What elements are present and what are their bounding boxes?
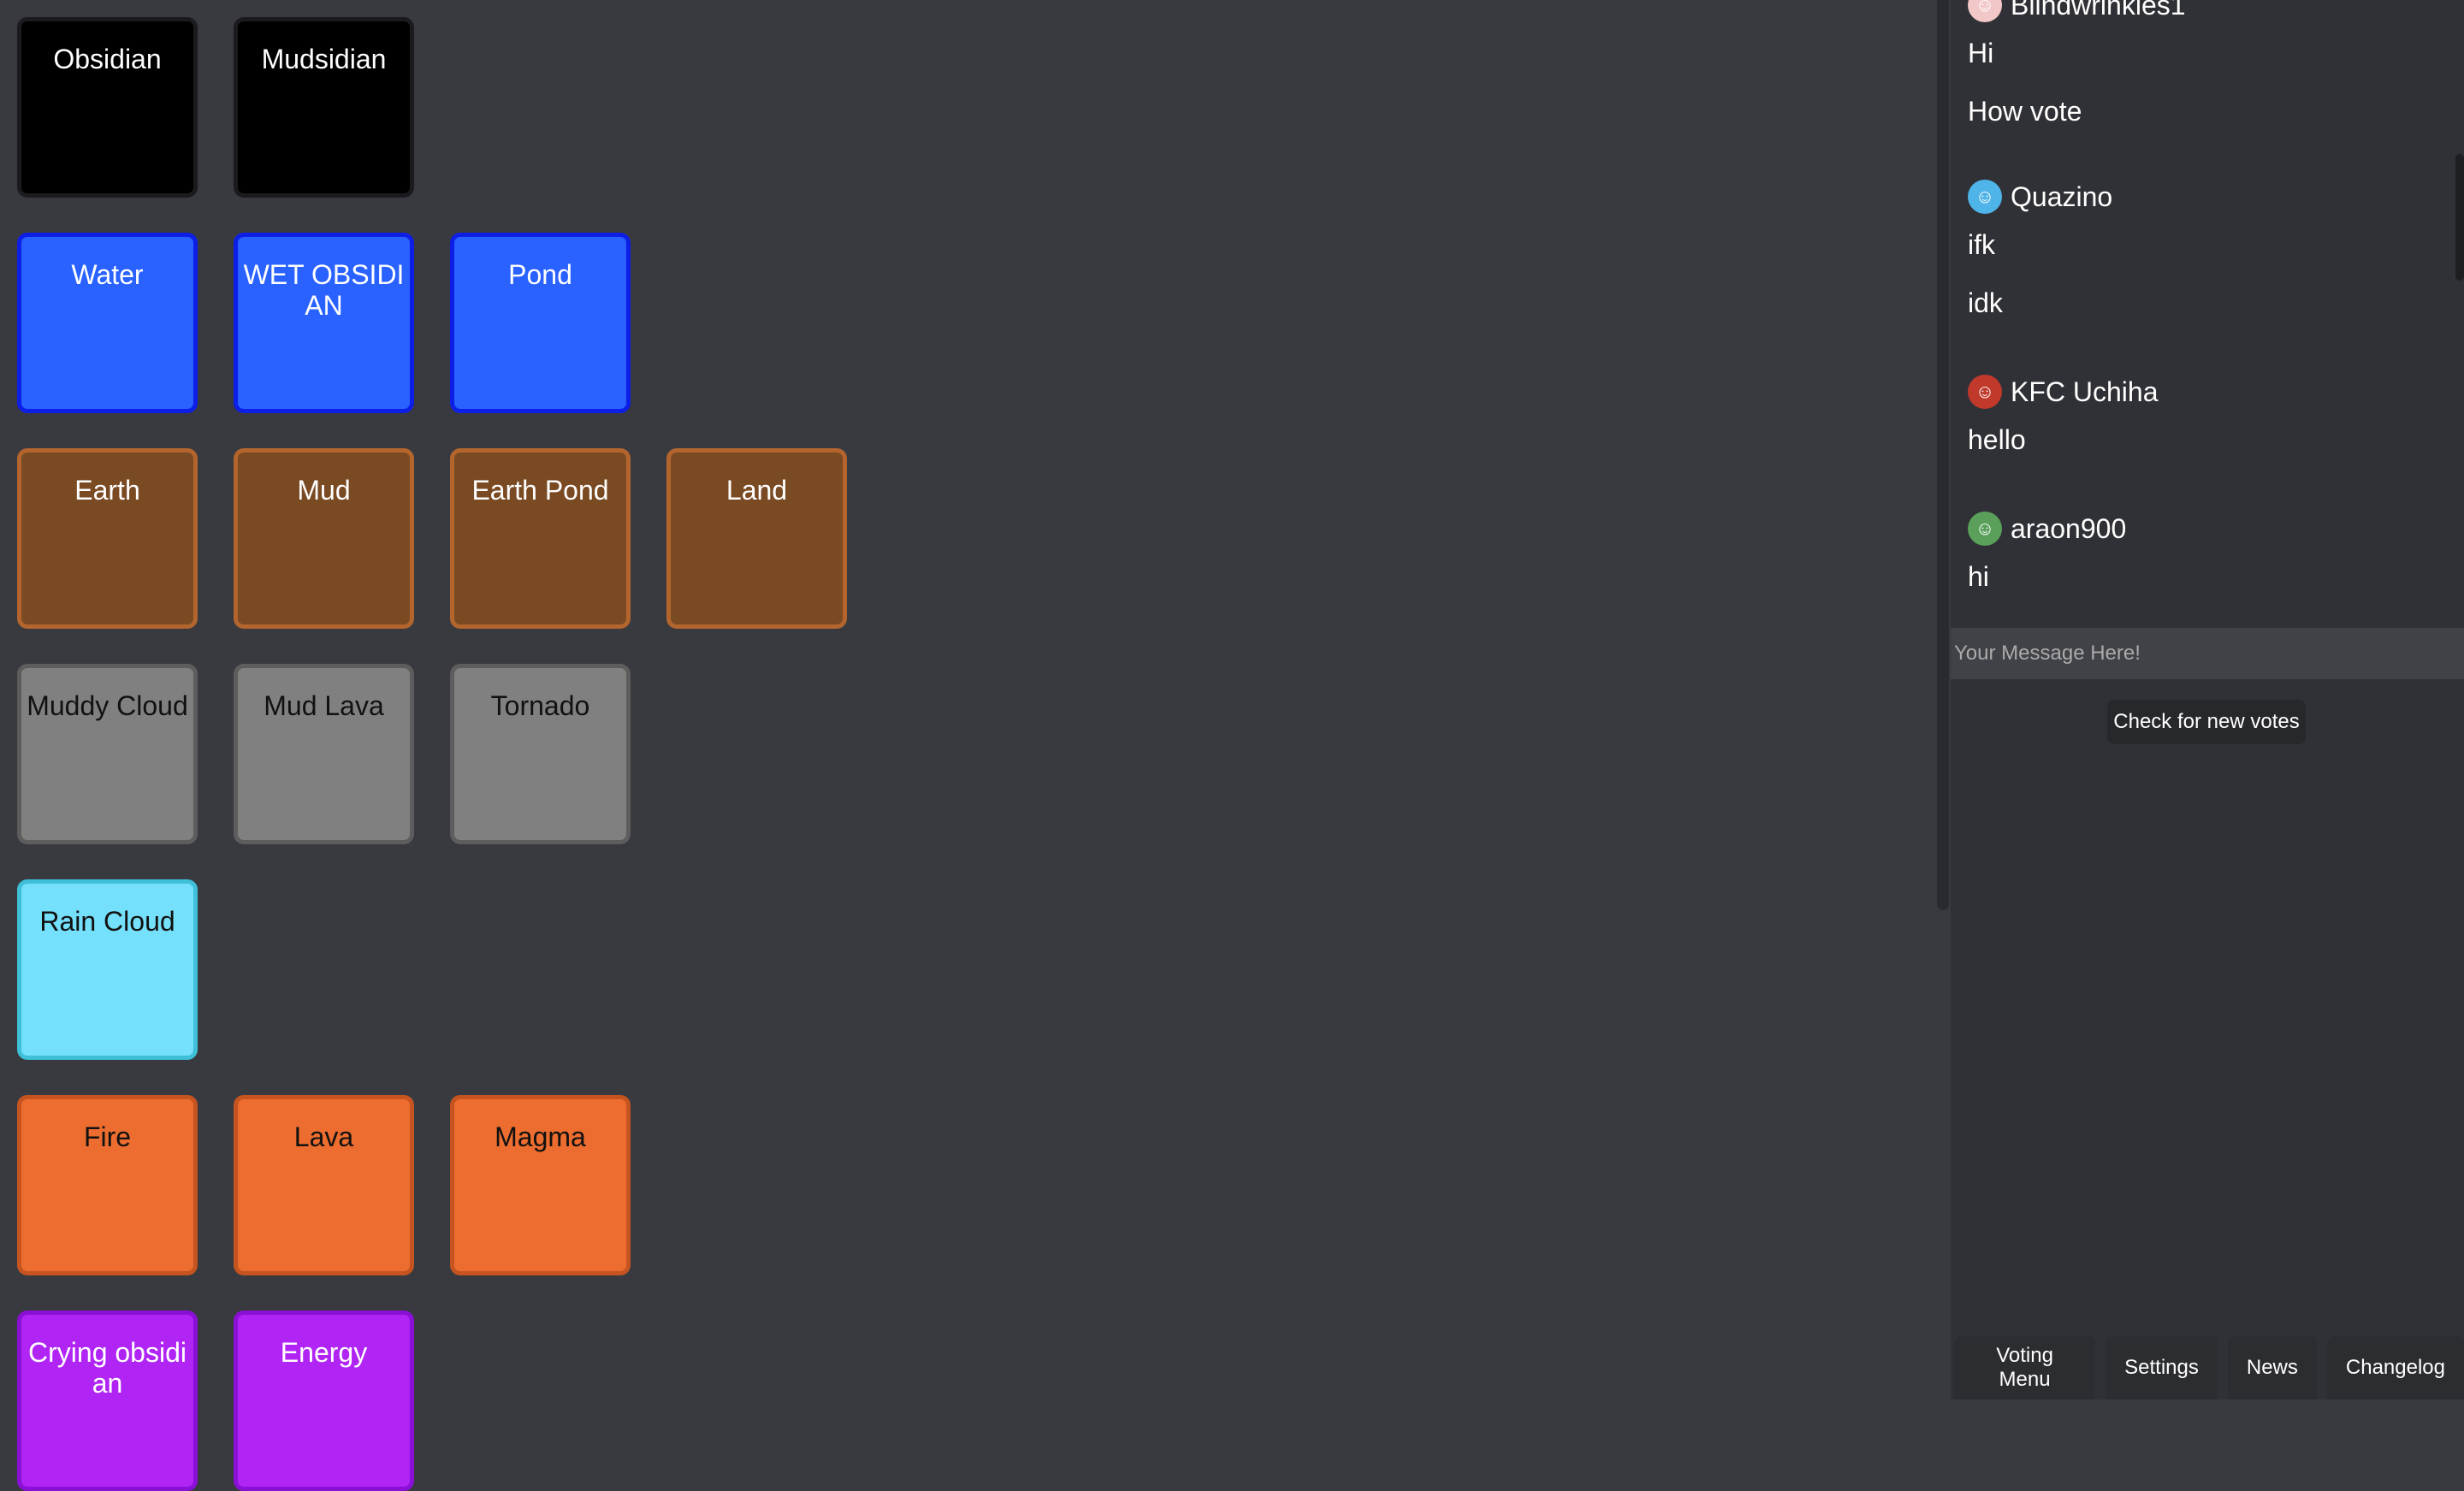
chat-message-group: ☺ araon900 hi (1968, 510, 2126, 595)
chat-username: Blindwrinkles1 (2011, 0, 2186, 21)
settings-button[interactable]: Settings (2106, 1336, 2218, 1399)
element-tile[interactable]: Fire (17, 1095, 198, 1275)
chat-message-text: Hi (1968, 38, 1994, 68)
chat-username: araon900 (2011, 512, 2127, 544)
element-tile[interactable]: Mud Lava (234, 664, 414, 844)
chat-message-text: hello (1968, 424, 2026, 455)
chat-message-text: hi (1968, 561, 1989, 592)
element-tile[interactable]: Rain Cloud (17, 879, 198, 1060)
chat-scrollbar[interactable] (2455, 154, 2464, 281)
grid-scrollbar[interactable] (1937, 0, 1949, 910)
chat-panel: ☺ Blindwrinkles1 Hi How vote ☺ Quazino ifk idk ☺… (1951, 0, 2464, 1399)
chat-message-text: ifk (1968, 229, 1995, 260)
element-tile[interactable]: Lava (234, 1095, 414, 1275)
element-tile[interactable]: Obsidian (17, 17, 198, 198)
element-tile[interactable]: WET OBSIDIAN (234, 233, 414, 413)
element-tile[interactable]: Pond (450, 233, 631, 413)
element-row: Rain Cloud (17, 879, 198, 1060)
avatar-icon: ☺ (1968, 180, 2002, 214)
element-tile[interactable]: Magma (450, 1095, 631, 1275)
element-tile[interactable]: Crying obsidian (17, 1311, 198, 1491)
element-tile[interactable]: Water (17, 233, 198, 413)
chat-user-line: ☺ KFC Uchiha (1968, 373, 2159, 411)
element-grid: Obsidian Mudsidian Water WET OBSIDIAN Pond Ea… (0, 0, 1934, 1491)
element-tile[interactable]: Tornado (450, 664, 631, 844)
element-row: Muddy Cloud Mud Lava Tornado (17, 664, 631, 844)
chat-message-group: ☺ Blindwrinkles1 Hi How vote (1968, 0, 2186, 130)
bottom-menu-bar: Voting Menu Settings News Changelog (1954, 1336, 2464, 1399)
element-row: Crying obsidian Energy (17, 1311, 414, 1491)
chat-message-group: ☺ KFC Uchiha hello (1968, 373, 2159, 459)
chat-user-line: ☺ Blindwrinkles1 (1968, 0, 2186, 24)
element-row: Earth Mud Earth Pond Land (17, 448, 847, 629)
element-row: Water WET OBSIDIAN Pond (17, 233, 631, 413)
element-row: Obsidian Mudsidian (17, 17, 414, 198)
avatar-icon: ☺ (1968, 375, 2002, 409)
chat-user-line: ☺ araon900 (1968, 510, 2126, 547)
avatar-icon: ☺ (1968, 0, 2002, 22)
element-tile[interactable]: Mudsidian (234, 17, 414, 198)
chat-username: Quazino (2011, 180, 2113, 212)
news-button[interactable]: News (2227, 1336, 2317, 1399)
element-tile[interactable]: Land (666, 448, 847, 629)
check-votes-button[interactable]: Check for new votes (2107, 700, 2306, 744)
element-tile[interactable]: Earth Pond (450, 448, 631, 629)
element-tile[interactable]: Mud (234, 448, 414, 629)
avatar-icon: ☺ (1968, 512, 2002, 546)
element-tile[interactable]: Energy (234, 1311, 414, 1491)
element-tile[interactable]: Earth (17, 448, 198, 629)
chat-message-group: ☺ Quazino ifk idk (1968, 178, 2112, 322)
voting-menu-button[interactable]: Voting Menu (1954, 1336, 2096, 1399)
changelog-button[interactable]: Changelog (2326, 1336, 2464, 1399)
chat-message-input[interactable] (1951, 628, 2464, 679)
chat-user-line: ☺ Quazino (1968, 178, 2112, 216)
chat-message-text: How vote (1968, 96, 2082, 127)
chat-message-text: idk (1968, 287, 2003, 318)
element-tile[interactable]: Muddy Cloud (17, 664, 198, 844)
element-row: Fire Lava Magma (17, 1095, 631, 1275)
chat-username: KFC Uchiha (2011, 376, 2159, 407)
